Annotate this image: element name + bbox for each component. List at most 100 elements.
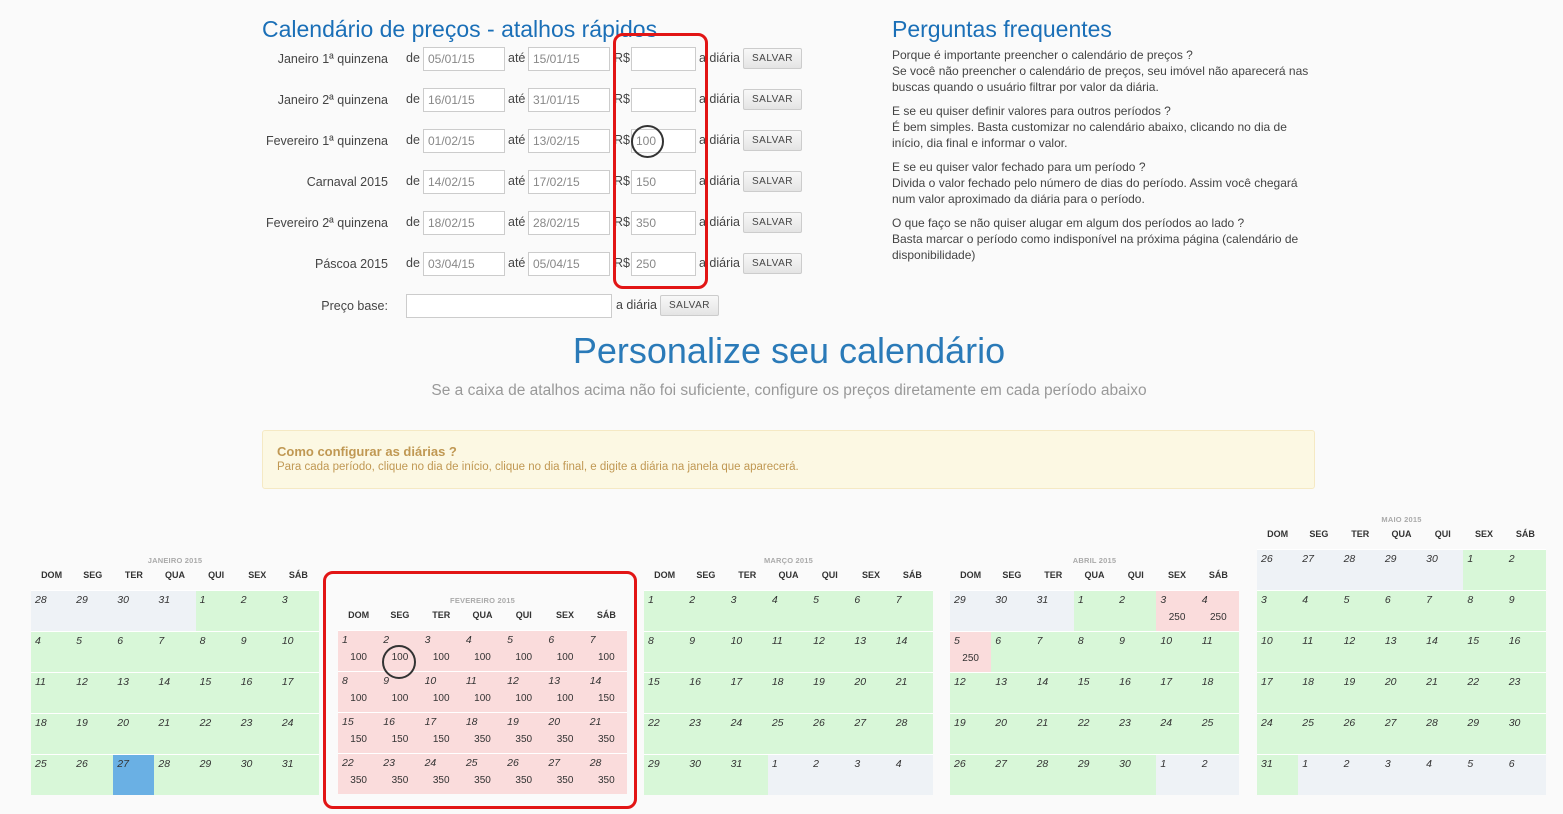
base-price-input[interactable] (406, 294, 612, 318)
calendar-day[interactable]: 17 (726, 672, 768, 713)
calendar-day[interactable]: 19 (809, 672, 851, 713)
calendar-day[interactable]: 24 (1156, 713, 1198, 754)
calendar-day[interactable]: 9 (1504, 590, 1546, 631)
calendar-day[interactable]: 17 (1257, 672, 1299, 713)
calendar-day[interactable]: 24 (1257, 713, 1299, 754)
calendar-day[interactable]: 17 (1156, 672, 1198, 713)
calendar-day[interactable]: 31 (277, 754, 319, 795)
calendar-day[interactable]: 19 (950, 713, 992, 754)
calendar-day[interactable]: 19 (72, 713, 114, 754)
calendar-day[interactable]: 1 (195, 590, 237, 631)
from-date-input[interactable]: 05/01/15 (423, 47, 505, 71)
calendar-day[interactable]: 16 (236, 672, 278, 713)
calendar-day[interactable]: 3 250 (1156, 590, 1198, 631)
calendar-day[interactable]: 6 (991, 631, 1033, 672)
to-date-input[interactable]: 15/01/15 (528, 47, 610, 71)
calendar-day[interactable]: 14 (154, 672, 196, 713)
calendar-day[interactable]: 4 (31, 631, 73, 672)
calendar-day[interactable]: 1 (1463, 549, 1505, 590)
calendar-day[interactable]: 24 (277, 713, 319, 754)
calendar-day[interactable]: 23 (1504, 672, 1546, 713)
save-button[interactable]: SALVAR (743, 89, 802, 110)
calendar-day[interactable]: 3 (1257, 590, 1299, 631)
calendar-day[interactable]: 9 (236, 631, 278, 672)
calendar-day[interactable]: 8 (1463, 590, 1505, 631)
calendar-day[interactable]: 12 (1339, 631, 1381, 672)
calendar-day[interactable]: 30 (236, 754, 278, 795)
calendar-day[interactable]: 25 (767, 713, 810, 754)
calendar-day[interactable]: 12 (72, 672, 114, 713)
calendar-day[interactable]: 5 (1339, 590, 1381, 631)
calendar-day[interactable]: 16 (1115, 672, 1157, 713)
calendar-day[interactable]: 19 (1339, 672, 1381, 713)
calendar-day[interactable]: 4 250 (1197, 590, 1239, 631)
to-date-input[interactable]: 13/02/15 (528, 129, 610, 153)
from-date-input[interactable]: 18/02/15 (423, 211, 505, 235)
save-button[interactable]: SALVAR (743, 171, 802, 192)
calendar-day[interactable]: 12 (950, 672, 992, 713)
from-date-input[interactable]: 01/02/15 (423, 129, 505, 153)
calendar-day[interactable]: 7 (1422, 590, 1464, 631)
calendar-day[interactable]: 11 (1197, 631, 1239, 672)
calendar-day[interactable]: 26 (72, 754, 114, 795)
save-base-price-button[interactable]: SALVAR (660, 295, 719, 316)
calendar-day[interactable]: 8 (644, 631, 686, 672)
calendar-day[interactable]: 28 (1032, 754, 1074, 795)
calendar-day[interactable]: 10 (277, 631, 319, 672)
calendar-day[interactable]: 21 (1032, 713, 1074, 754)
calendar-day[interactable]: 21 (891, 672, 933, 713)
calendar-day[interactable]: 18 (31, 713, 73, 754)
calendar-day[interactable]: 10 (1156, 631, 1198, 672)
calendar-day[interactable]: 22 (1073, 713, 1116, 754)
calendar-day[interactable]: 27 (991, 754, 1033, 795)
calendar-day[interactable]: 3 (277, 590, 319, 631)
calendar-day[interactable]: 15 (1463, 631, 1505, 672)
calendar-day[interactable]: 26 (950, 754, 992, 795)
calendar-day[interactable]: 13 (113, 672, 155, 713)
calendar-day[interactable]: 30 (685, 754, 727, 795)
calendar-day[interactable]: 23 (685, 713, 727, 754)
calendar-day[interactable]: 26 (809, 713, 851, 754)
calendar-day[interactable]: 27 (850, 713, 892, 754)
calendar-day[interactable]: 15 (1073, 672, 1116, 713)
calendar-day[interactable]: 24 (726, 713, 768, 754)
calendar-day[interactable]: 27 (1380, 713, 1423, 754)
calendar-day[interactable]: 14 (1422, 631, 1464, 672)
calendar-day[interactable]: 22 (644, 713, 686, 754)
calendar-day[interactable]: 17 (277, 672, 319, 713)
calendar-day[interactable]: 18 (767, 672, 810, 713)
calendar-day[interactable]: 4 (767, 590, 810, 631)
save-button[interactable]: SALVAR (743, 253, 802, 274)
calendar-day[interactable]: 14 (1032, 672, 1074, 713)
calendar-day[interactable]: 12 (809, 631, 851, 672)
calendar-day[interactable]: 5 (809, 590, 851, 631)
calendar-day[interactable]: 7 (154, 631, 196, 672)
calendar-day[interactable]: 8 (1073, 631, 1116, 672)
calendar-day[interactable]: 8 (195, 631, 237, 672)
calendar-day[interactable]: 22 (195, 713, 237, 754)
calendar-day[interactable]: 21 (154, 713, 196, 754)
calendar-day[interactable]: 31 (726, 754, 768, 795)
from-date-input[interactable]: 14/02/15 (423, 170, 505, 194)
calendar-day[interactable]: 3 (726, 590, 768, 631)
calendar-day[interactable]: 2 (1504, 549, 1546, 590)
save-button[interactable]: SALVAR (743, 48, 802, 69)
to-date-input[interactable]: 31/01/15 (528, 88, 610, 112)
calendar-day[interactable]: 10 (726, 631, 768, 672)
calendar-day[interactable]: 20 (850, 672, 892, 713)
calendar-day[interactable]: 2 (685, 590, 727, 631)
calendar-day[interactable]: 30 (1504, 713, 1546, 754)
calendar-day[interactable]: 2 (1115, 590, 1157, 631)
calendar-day[interactable]: 30 (1115, 754, 1157, 795)
calendar-day[interactable]: 25 (31, 754, 73, 795)
calendar-day[interactable]: 16 (685, 672, 727, 713)
calendar-day[interactable]: 9 (1115, 631, 1157, 672)
calendar-day[interactable]: 1 (644, 590, 686, 631)
calendar-day[interactable]: 5 (72, 631, 114, 672)
calendar-day[interactable]: 6 (113, 631, 155, 672)
calendar-day[interactable]: 21 (1422, 672, 1464, 713)
calendar-day[interactable]: 11 (767, 631, 810, 672)
calendar-day[interactable]: 16 (1504, 631, 1546, 672)
calendar-day[interactable]: 27 (113, 754, 155, 795)
calendar-day[interactable]: 5 250 (950, 631, 992, 672)
